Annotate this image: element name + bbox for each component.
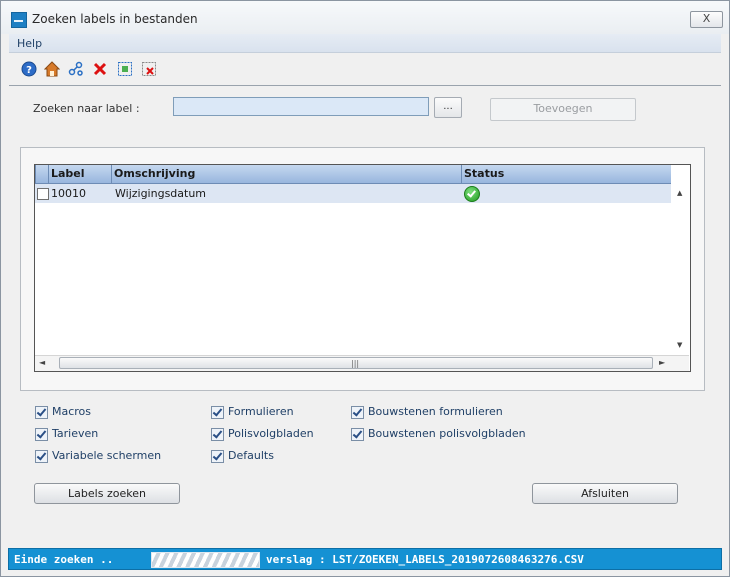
select-all-icon[interactable] [117, 61, 133, 77]
search-labels-window: Zoeken labels in bestanden X Help ? Zoek… [0, 0, 730, 577]
main-content: Zoeken naar label : ... Toevoegen Label … [9, 86, 721, 547]
scroll-down-icon[interactable]: ▼ [677, 341, 682, 349]
scroll-grip-icon: ||| [351, 359, 360, 368]
status-ok-icon [464, 186, 480, 202]
grid-header: Label Omschrijving Status [35, 165, 671, 184]
menu-bar: Help [9, 34, 721, 53]
delete-icon[interactable] [92, 61, 108, 77]
help-icon[interactable]: ? [21, 61, 37, 77]
cell-omschrijving: Wijzigingsdatum [115, 187, 207, 200]
checkbox-formulieren[interactable] [211, 406, 224, 419]
option-label: Bouwstenen polisvolgbladen [368, 427, 526, 440]
window-title: Zoeken labels in bestanden [32, 12, 198, 26]
status-bar: Einde zoeken .. verslag : LST/ZOEKEN_LAB… [8, 548, 722, 570]
scroll-left-icon[interactable]: ◄ [39, 358, 45, 367]
toolbar: ? [9, 53, 721, 86]
option-label: Macros [52, 405, 92, 418]
checkbox-bouwstenen-formulieren[interactable] [351, 406, 364, 419]
close-window-button[interactable]: X [690, 11, 723, 28]
checkbox-macros[interactable] [35, 406, 48, 419]
add-button[interactable]: Toevoegen [490, 98, 636, 121]
checkbox-defaults[interactable] [211, 450, 224, 463]
checkbox-polisvolgbladen[interactable] [211, 428, 224, 441]
share-icon[interactable] [68, 61, 84, 77]
svg-text:?: ? [26, 65, 32, 76]
progress-indicator [151, 552, 260, 568]
option-label: Bouwstenen formulieren [368, 405, 503, 418]
option-label: Variabele schermen [52, 449, 162, 462]
checkbox-variabele-schermen[interactable] [35, 450, 48, 463]
search-label: Zoeken naar label : [33, 102, 140, 115]
status-report-text: verslag : LST/ZOEKEN_LABELS_201907260846… [266, 553, 584, 566]
column-header-label[interactable]: Label [48, 165, 111, 183]
vertical-scrollbar[interactable]: ▲ ▼ [672, 184, 689, 355]
checkbox-bouwstenen-polisvolgbladen[interactable] [351, 428, 364, 441]
title-bar: Zoeken labels in bestanden X [1, 1, 729, 34]
menu-item-help[interactable]: Help [17, 37, 42, 50]
option-label: Polisvolgbladen [228, 427, 314, 440]
option-label: Formulieren [228, 405, 294, 418]
scroll-right-icon[interactable]: ► [659, 358, 665, 367]
label-search-input[interactable] [173, 97, 429, 116]
grid-header-select [35, 165, 48, 183]
cell-label: 10010 [51, 187, 86, 200]
table-row[interactable]: 10010 Wijzigingsdatum [35, 184, 671, 203]
option-label: Tarieven [52, 427, 99, 440]
home-icon[interactable] [44, 61, 60, 77]
app-icon [11, 12, 27, 28]
results-grid: Label Omschrijving Status 10010 Wijzigin… [34, 164, 691, 372]
row-checkbox[interactable] [37, 188, 49, 200]
status-text: Einde zoeken .. [14, 553, 114, 566]
clear-selection-icon[interactable] [141, 61, 157, 77]
column-header-status[interactable]: Status [461, 165, 671, 183]
column-header-omschrijving[interactable]: Omschrijving [111, 165, 461, 183]
close-button[interactable]: Afsluiten [532, 483, 678, 504]
scroll-up-icon[interactable]: ▲ [677, 189, 682, 197]
horizontal-scroll-thumb[interactable]: ||| [59, 357, 653, 369]
search-labels-button[interactable]: Labels zoeken [34, 483, 180, 504]
horizontal-scrollbar[interactable]: ◄ ||| ► [35, 355, 689, 371]
browse-button[interactable]: ... [434, 97, 462, 118]
option-label: Defaults [228, 449, 274, 462]
results-panel: Label Omschrijving Status 10010 Wijzigin… [20, 147, 705, 391]
checkbox-tarieven[interactable] [35, 428, 48, 441]
